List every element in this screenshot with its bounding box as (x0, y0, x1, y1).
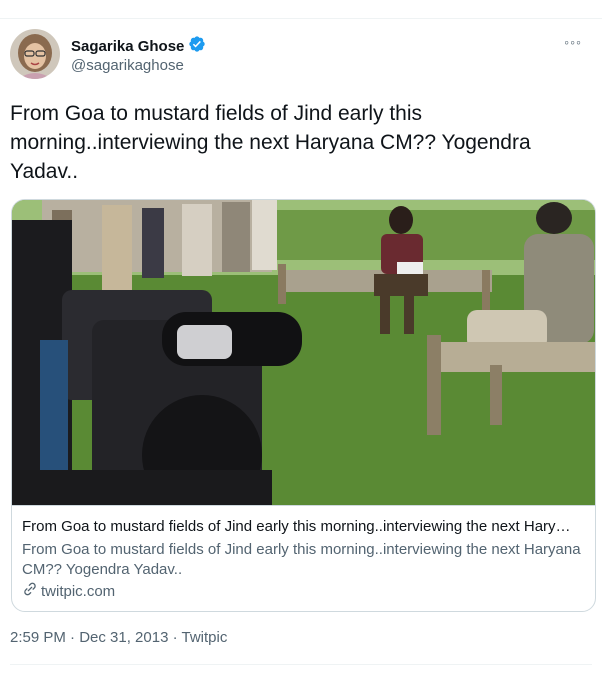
author-name-text[interactable]: Sagarika Ghose (71, 38, 184, 55)
bottom-divider (10, 664, 592, 665)
verified-badge-icon (188, 35, 206, 57)
avatar[interactable] (10, 29, 60, 79)
link-card[interactable]: From Goa to mustard fields of Jind early… (11, 199, 596, 612)
card-photo[interactable] (12, 200, 595, 515)
author-handle[interactable]: @sagarikaghose (71, 57, 184, 74)
card-description[interactable]: From Goa to mustard fields of Jind early… (22, 540, 582, 580)
card-domain-text[interactable]: twitpic.com (41, 583, 115, 600)
tweet: Sagarika Ghose @sagarikaghose ◦◦◦ From G… (0, 0, 602, 680)
tweet-text: From Goa to mustard fields of Jind early… (10, 102, 531, 183)
card-divider (12, 505, 595, 506)
link-icon (22, 581, 38, 601)
card-domain[interactable]: twitpic.com (22, 581, 115, 601)
card-title[interactable]: From Goa to mustard fields of Jind early… (22, 518, 587, 535)
author-name[interactable]: Sagarika Ghose (71, 35, 206, 57)
more-icon[interactable]: ◦◦◦ (564, 34, 582, 50)
tweet-timestamp[interactable]: 2:59 PM · Dec 31, 2013 · Twitpic (10, 629, 227, 646)
